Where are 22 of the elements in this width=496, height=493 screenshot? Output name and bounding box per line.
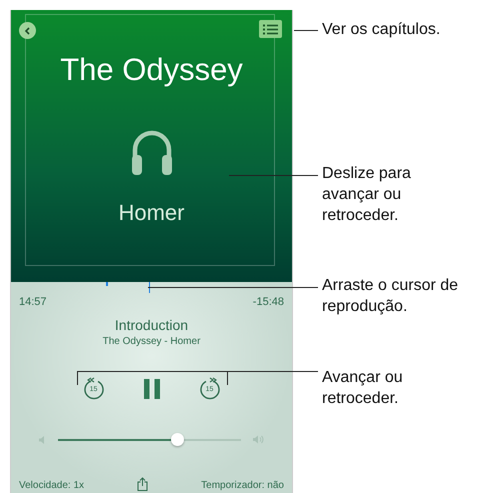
- speaker-low-icon: [39, 436, 46, 444]
- callout-text: Avançar ou retroceder.: [322, 368, 404, 409]
- book-subtitle: The Odyssey - Homer: [102, 336, 202, 347]
- pause-button[interactable]: [144, 379, 160, 399]
- author-name: Homer: [118, 200, 184, 226]
- sleep-timer-setting[interactable]: Temporizador: não: [201, 480, 284, 491]
- leader-line: [294, 30, 318, 31]
- callout-text: Arraste o cursor de reprodução.: [322, 276, 460, 317]
- callout-text: Deslize para avançar ou retroceder.: [322, 164, 412, 226]
- elapsed-time: 14:57: [19, 296, 47, 308]
- list-icon: [263, 24, 278, 34]
- remaining-time: -15:48: [252, 296, 284, 308]
- speaker-high-icon: [253, 435, 264, 444]
- volume-thumb[interactable]: [170, 433, 184, 446]
- back-button[interactable]: [19, 22, 36, 39]
- speed-setting[interactable]: Velocidade: 1x: [19, 480, 84, 491]
- book-title: The Odyssey: [60, 52, 243, 88]
- back-chevron-icon: [24, 26, 31, 34]
- chapter-title: Introduction: [114, 317, 190, 333]
- callout-text: Ver os capítulos.: [322, 20, 442, 40]
- chapters-button[interactable]: [259, 20, 282, 38]
- share-button[interactable]: [137, 477, 148, 491]
